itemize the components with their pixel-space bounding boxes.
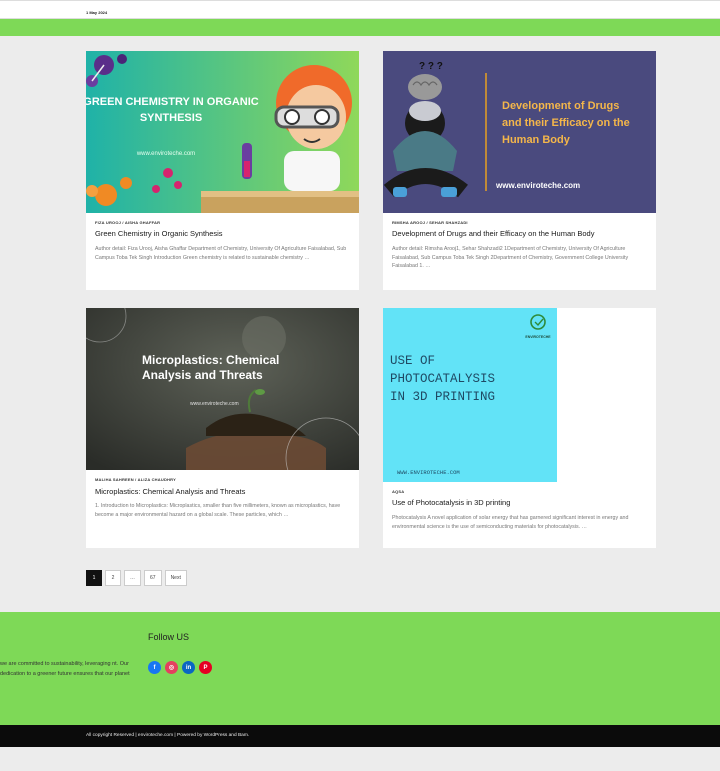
thumbnail-url: www.enviroteche.com bbox=[190, 401, 239, 407]
thumbnail-logo-text: ENVIROTECHE bbox=[525, 335, 551, 339]
thumbnail-title-line-2: and their Efficacy on the bbox=[502, 117, 630, 129]
pinterest-icon[interactable]: P bbox=[199, 661, 212, 674]
thumbnail-title-line-2: PHOTOCATALYSIS bbox=[390, 372, 495, 386]
post-excerpt: Photocatalysis A novel application of so… bbox=[392, 515, 629, 530]
pagination-ellipsis: … bbox=[124, 570, 141, 586]
page-2-link[interactable]: 2 bbox=[105, 570, 121, 586]
post-thumbnail[interactable]: ? ? ? Development of Drugs and their Eff… bbox=[383, 51, 656, 213]
post-excerpt: 1. Introduction to Microplastics: Microp… bbox=[95, 503, 341, 518]
post-authors[interactable]: AQSA bbox=[392, 489, 404, 494]
copyright-text: All copyright Reserved | enviroteche.com… bbox=[86, 733, 250, 738]
footer: we are committed to sustainability, leve… bbox=[0, 612, 720, 725]
page-last-link[interactable]: 67 bbox=[144, 570, 162, 586]
post-card[interactable]: GREEN CHEMISTRY IN ORGANIC SYNTHESIS www… bbox=[86, 51, 359, 290]
post-card[interactable]: Microplastics: Chemical Analysis and Thr… bbox=[86, 308, 359, 548]
thumbnail-title-line-2: SYNTHESIS bbox=[140, 112, 202, 124]
thumbnail-title-line-1: USE OF bbox=[390, 354, 435, 368]
post-card[interactable]: ? ? ? Development of Drugs and their Eff… bbox=[383, 51, 656, 290]
linkedin-icon[interactable]: in bbox=[182, 661, 195, 674]
post-title[interactable]: Use of Photocatalysis in 3D printing bbox=[392, 498, 510, 507]
social-links: f ◎ in P bbox=[148, 661, 212, 674]
post-title[interactable]: Development of Drugs and their Efficacy … bbox=[392, 229, 594, 238]
follow-us-heading: Follow US bbox=[148, 632, 190, 642]
next-page-link[interactable]: Next bbox=[164, 570, 187, 586]
svg-text:? ? ?: ? ? ? bbox=[419, 61, 443, 72]
thumbnail-title-line-3: Human Body bbox=[502, 134, 571, 146]
thumbnail-title-line-3: IN 3D PRINTING bbox=[390, 390, 495, 404]
thumbnail-url: www.enviroteche.com bbox=[495, 181, 580, 190]
post-authors[interactable]: FIZA UROOJ / AISHA GHAFFAR bbox=[95, 220, 160, 225]
top-bar: 1 May 2024 bbox=[0, 0, 720, 19]
post-card[interactable]: ENVIROTECHE USE OF PHOTOCATALYSIS IN 3D … bbox=[383, 308, 656, 548]
thumbnail-title-line-1: GREEN CHEMISTRY IN ORGANIC bbox=[86, 96, 259, 108]
post-title[interactable]: Microplastics: Chemical Analysis and Thr… bbox=[95, 487, 245, 496]
footer-about-text: we are committed to sustainability, leve… bbox=[0, 661, 130, 677]
post-excerpt: Author detail: Rimsha Arooj1, Sehar Shah… bbox=[392, 246, 629, 270]
post-authors[interactable]: MALIHA SAHREEN / ALIZA CHAUDHRY bbox=[95, 477, 176, 482]
facebook-icon[interactable]: f bbox=[148, 661, 161, 674]
page-1-link[interactable]: 1 bbox=[86, 570, 102, 586]
pagination: 1 2 … 67 Next bbox=[86, 570, 187, 586]
post-thumbnail[interactable]: ENVIROTECHE USE OF PHOTOCATALYSIS IN 3D … bbox=[383, 308, 557, 482]
instagram-icon[interactable]: ◎ bbox=[165, 661, 178, 674]
copyright-bar: All copyright Reserved | enviroteche.com… bbox=[0, 725, 720, 747]
navigation-bar bbox=[0, 19, 720, 36]
post-title[interactable]: Green Chemistry in Organic Synthesis bbox=[95, 229, 223, 238]
post-excerpt: Author detail: Fiza Urooj, Aisha Ghaffar… bbox=[95, 246, 347, 261]
header-date: 1 May 2024 bbox=[86, 10, 108, 15]
thumbnail-title-line-1: Development of Drugs bbox=[502, 100, 619, 112]
post-authors[interactable]: RIMSHA AROOJ / SEHAR SHAHZADI bbox=[392, 220, 468, 225]
post-thumbnail[interactable]: GREEN CHEMISTRY IN ORGANIC SYNTHESIS www… bbox=[86, 51, 359, 213]
thumbnail-url: www.enviroteche.com bbox=[136, 151, 195, 157]
thumbnail-title-line-2: Analysis and Threats bbox=[142, 368, 263, 382]
thumbnail-url: WWW.ENVIROTECHE.COM bbox=[397, 469, 460, 476]
thumbnail-title-line-1: Microplastics: Chemical bbox=[142, 353, 279, 367]
post-thumbnail[interactable]: Microplastics: Chemical Analysis and Thr… bbox=[86, 308, 359, 470]
